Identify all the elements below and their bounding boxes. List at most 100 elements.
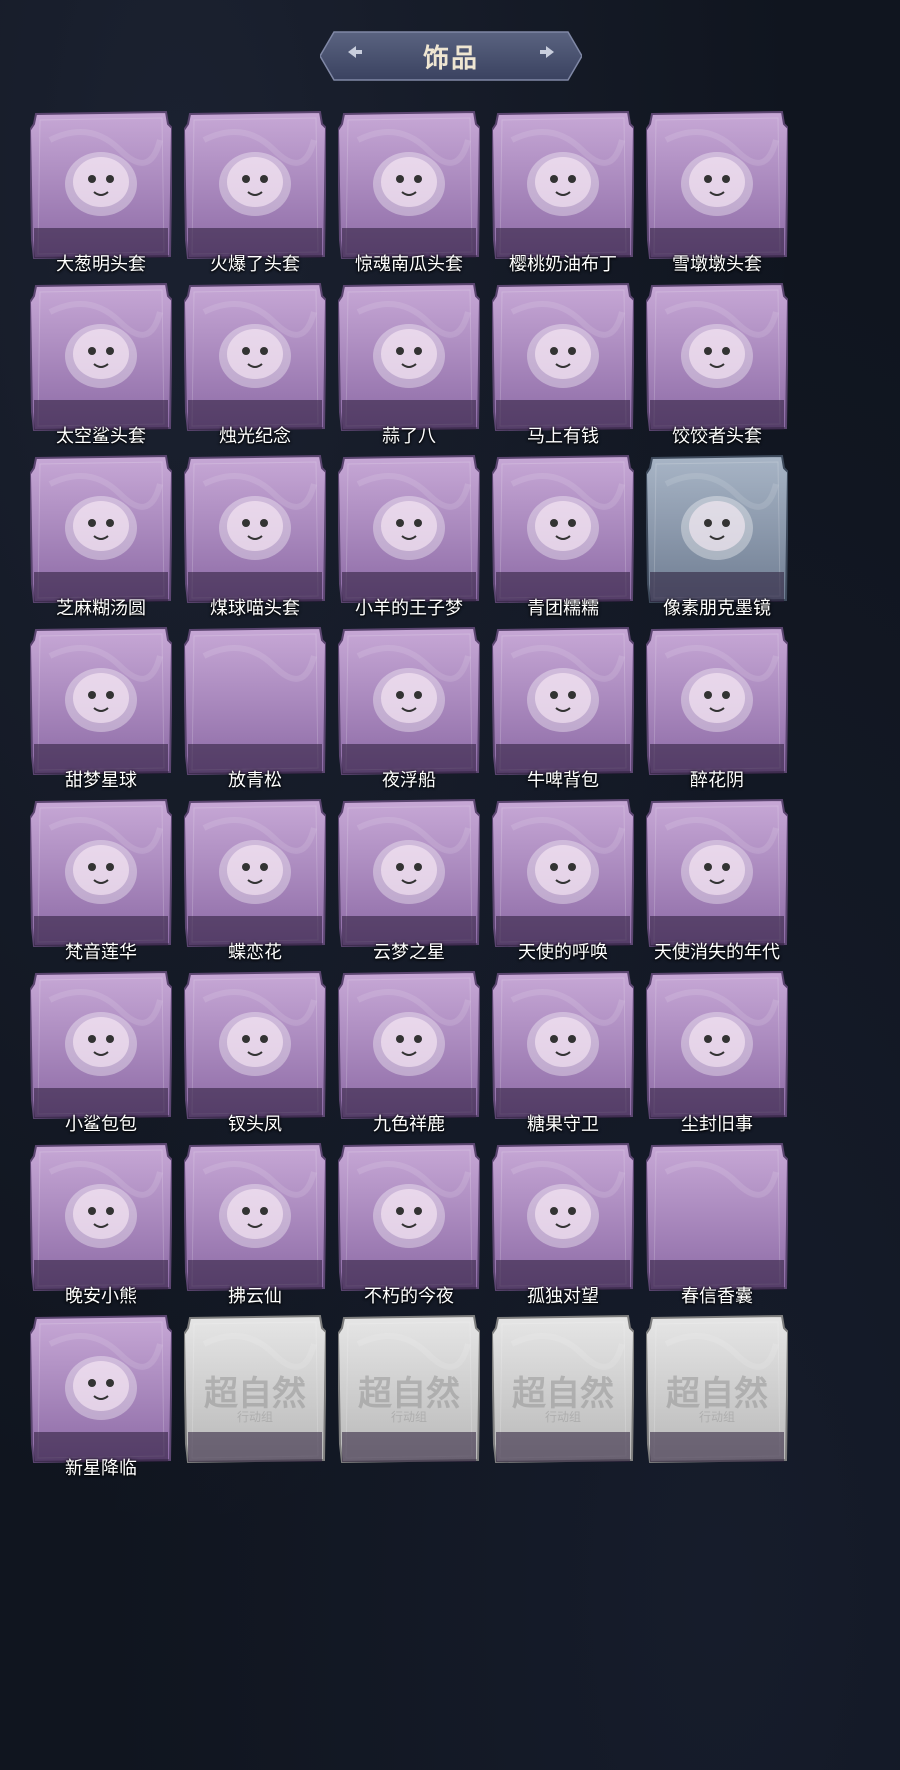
lantern-ornament-icon xyxy=(652,640,782,770)
item-artwork xyxy=(527,152,599,216)
item-card[interactable]: 尘封旧事 xyxy=(646,970,788,1142)
item-label: 尘封旧事 xyxy=(681,1114,753,1135)
item-card[interactable]: 大葱明头套 xyxy=(30,110,172,282)
item-card[interactable]: 九色祥鹿 xyxy=(338,970,480,1142)
item-label: 牛啤背包 xyxy=(527,770,599,791)
item-artwork xyxy=(65,1184,137,1248)
item-card[interactable]: 青团糯糯 xyxy=(492,454,634,626)
shark-bag-icon xyxy=(36,984,166,1114)
item-artwork xyxy=(527,840,599,904)
item-label: 煤球喵头套 xyxy=(210,598,300,619)
star-doll-icon xyxy=(36,1328,166,1458)
placeholder-logo-subtext: 行动组 xyxy=(390,1410,427,1424)
item-card[interactable]: 饺饺者头套 xyxy=(646,282,788,454)
item-card[interactable]: 甜梦星球 xyxy=(30,626,172,798)
item-artwork xyxy=(65,840,137,904)
item-label: 春信香囊 xyxy=(681,1286,753,1307)
item-card[interactable]: 煤球喵头套 xyxy=(184,454,326,626)
empty-icon xyxy=(652,1156,782,1286)
fire-spirit-icon xyxy=(190,124,320,254)
item-label: 醉花阴 xyxy=(690,770,744,791)
item-artwork xyxy=(373,840,445,904)
placeholder-logo-icon: 超自然 行动组 xyxy=(190,1328,320,1458)
item-artwork xyxy=(65,324,137,388)
item-card[interactable]: 小鲨包包 xyxy=(30,970,172,1142)
item-card[interactable]: 天使的呼唤 xyxy=(492,798,634,970)
item-card[interactable]: 超自然 行动组 xyxy=(184,1314,326,1486)
item-artwork xyxy=(681,324,753,388)
item-artwork xyxy=(373,152,445,216)
item-card[interactable]: 新星降临 xyxy=(30,1314,172,1486)
item-card[interactable]: 太空鲨头套 xyxy=(30,282,172,454)
item-card[interactable]: 拂云仙 xyxy=(184,1142,326,1314)
item-card[interactable]: 牛啤背包 xyxy=(492,626,634,798)
item-card[interactable]: 樱桃奶油布丁 xyxy=(492,110,634,282)
item-card[interactable]: 夜浮船 xyxy=(338,626,480,798)
item-card[interactable]: 超自然 行动组 xyxy=(492,1314,634,1486)
pink-cat-icon xyxy=(344,1156,474,1286)
item-artwork xyxy=(65,496,137,560)
item-artwork xyxy=(681,152,753,216)
item-label: 惊魂南瓜头套 xyxy=(355,254,463,275)
item-label: 小鲨包包 xyxy=(65,1114,137,1135)
item-label: 孤独对望 xyxy=(527,1286,599,1307)
phoenix-crown-doll-icon xyxy=(190,984,320,1114)
item-card[interactable]: 超自然 行动组 xyxy=(646,1314,788,1486)
item-card[interactable]: 超自然 行动组 xyxy=(338,1314,480,1486)
item-label: 青团糯糯 xyxy=(527,598,599,619)
snowman-head-icon xyxy=(652,124,782,254)
item-card[interactable]: 火爆了头套 xyxy=(184,110,326,282)
item-artwork xyxy=(219,324,291,388)
item-card[interactable]: 梵音莲华 xyxy=(30,798,172,970)
item-artwork xyxy=(65,152,137,216)
item-artwork xyxy=(527,1184,599,1248)
item-artwork xyxy=(219,496,291,560)
item-label: 蒜了八 xyxy=(382,426,436,447)
item-card[interactable]: 惊魂南瓜头套 xyxy=(338,110,480,282)
item-card[interactable]: 孤独对望 xyxy=(492,1142,634,1314)
item-card[interactable]: 马上有钱 xyxy=(492,282,634,454)
item-card[interactable]: 醉花阴 xyxy=(646,626,788,798)
item-artwork xyxy=(527,324,599,388)
item-artwork xyxy=(65,1356,137,1420)
jellyfish-icon xyxy=(344,640,474,770)
item-label: 梵音莲华 xyxy=(65,942,137,963)
silver-doll-icon xyxy=(498,1156,628,1286)
item-label: 像素朋克墨镜 xyxy=(663,598,771,619)
fairy-charm-icon xyxy=(190,1156,320,1286)
item-card[interactable]: 春信香囊 xyxy=(646,1142,788,1314)
item-artwork xyxy=(219,1184,291,1248)
item-card[interactable]: 像素朋克墨镜 xyxy=(646,454,788,626)
item-card[interactable]: 芝麻糊汤圆 xyxy=(30,454,172,626)
unicorn-cloud-icon xyxy=(344,812,474,942)
placeholder-logo-subtext: 行动组 xyxy=(236,1410,273,1424)
item-card[interactable]: 放青松 xyxy=(184,626,326,798)
green-rice-cake-icon xyxy=(498,468,628,598)
placeholder-logo-icon: 超自然 行动组 xyxy=(344,1328,474,1458)
item-card[interactable]: 天使消失的年代 xyxy=(646,798,788,970)
item-label: 不朽的今夜 xyxy=(364,1286,454,1307)
item-card[interactable]: 糖果守卫 xyxy=(492,970,634,1142)
item-artwork xyxy=(373,496,445,560)
item-card[interactable]: 云梦之星 xyxy=(338,798,480,970)
item-label: 太空鲨头套 xyxy=(56,426,146,447)
deer-charm-icon xyxy=(344,984,474,1114)
item-artwork xyxy=(373,1012,445,1076)
item-artwork xyxy=(373,324,445,388)
item-label: 蝶恋花 xyxy=(228,942,282,963)
item-card[interactable]: 烛光纪念 xyxy=(184,282,326,454)
sheep-crown-icon xyxy=(344,468,474,598)
item-card[interactable]: 不朽的今夜 xyxy=(338,1142,480,1314)
item-card[interactable]: 钗头凤 xyxy=(184,970,326,1142)
item-label: 雪墩墩头套 xyxy=(672,254,762,275)
item-card[interactable]: 小羊的王子梦 xyxy=(338,454,480,626)
chibi-gentleman-icon xyxy=(652,984,782,1114)
bear-charm-icon xyxy=(36,1156,166,1286)
item-label: 放青松 xyxy=(228,770,282,791)
candy-guard-icon xyxy=(498,984,628,1114)
item-card[interactable]: 蒜了八 xyxy=(338,282,480,454)
shark-head-icon xyxy=(36,296,166,426)
item-card[interactable]: 晚安小熊 xyxy=(30,1142,172,1314)
item-card[interactable]: 雪墩墩头套 xyxy=(646,110,788,282)
item-card[interactable]: 蝶恋花 xyxy=(184,798,326,970)
